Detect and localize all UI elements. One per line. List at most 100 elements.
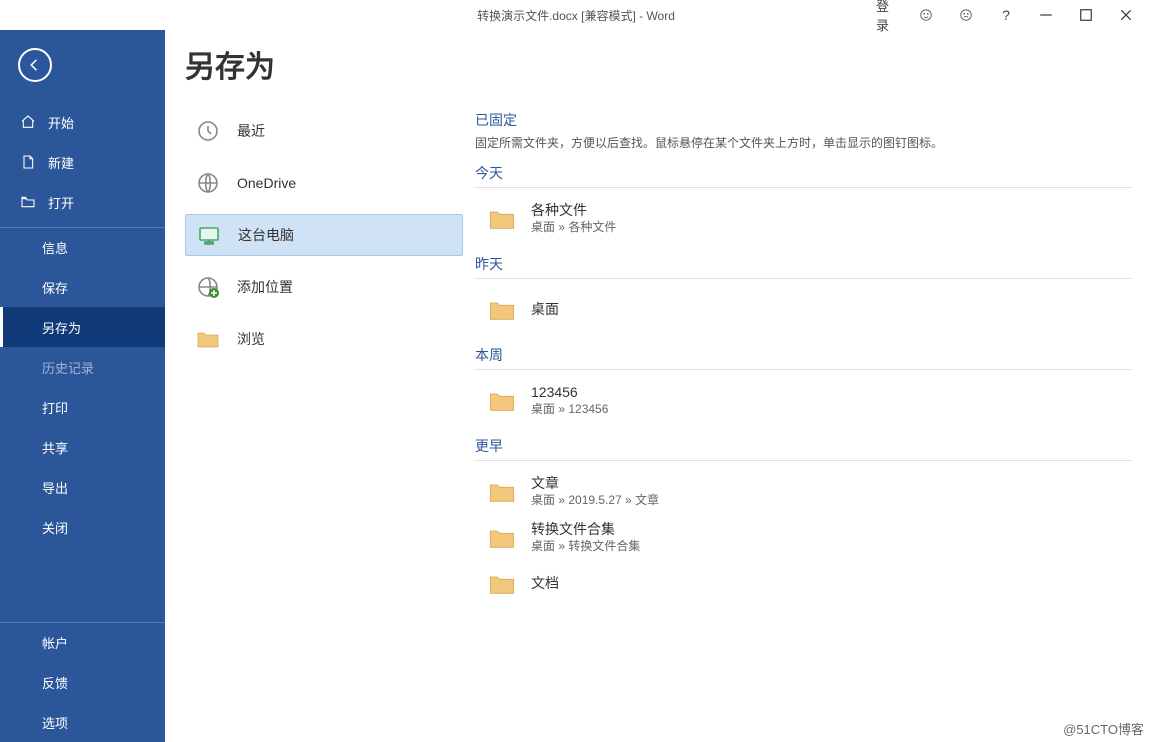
help-icon[interactable]: ? bbox=[986, 0, 1026, 30]
folder-text: 转换文件合集桌面 » 转换文件合集 bbox=[531, 522, 640, 554]
folder-title: 转换文件合集 bbox=[531, 522, 640, 537]
folder-path: 桌面 » 123456 bbox=[531, 400, 608, 417]
window-title: 转换演示文件.docx [兼容模式] - Word bbox=[477, 7, 675, 24]
folder-text: 各种文件桌面 » 各种文件 bbox=[531, 203, 616, 235]
titlebar-controls: 登录 ? bbox=[866, 0, 1146, 30]
close-button[interactable] bbox=[1106, 0, 1146, 30]
clock-icon bbox=[195, 118, 221, 144]
folder-text: 桌面 bbox=[531, 302, 559, 317]
divider bbox=[475, 187, 1132, 188]
folders-column: 已固定 固定所需文件夹，方便以后查找。鼠标悬停在某个文件夹上方时，单击显示的图钉… bbox=[475, 30, 1152, 742]
folder-text: 文章桌面 » 2019.5.27 » 文章 bbox=[531, 476, 659, 508]
folder-icon bbox=[487, 204, 517, 234]
content-area: 最近 OneDrive 这台电脑添加位置浏览 已固定 固定所需文件夹，方便以后查找。… bbox=[165, 30, 1152, 742]
maximize-button[interactable] bbox=[1066, 0, 1106, 30]
nav-label: 打印 bbox=[42, 398, 68, 417]
location-2[interactable]: 这台电脑 bbox=[185, 214, 463, 256]
folder-text: 文档 bbox=[531, 576, 559, 591]
pc-icon bbox=[196, 222, 222, 248]
folder-icon bbox=[487, 295, 517, 325]
pinned-hint: 固定所需文件夹，方便以后查找。鼠标悬停在某个文件夹上方时，单击显示的图钉图标。 bbox=[475, 134, 1132, 151]
frown-icon[interactable] bbox=[946, 0, 986, 30]
folder-text: 123456桌面 » 123456 bbox=[531, 385, 608, 417]
nav-label: 选项 bbox=[42, 713, 68, 732]
folder-path: 桌面 » 转换文件合集 bbox=[531, 537, 640, 554]
nav-label: 新建 bbox=[48, 153, 74, 172]
globe-plus-icon bbox=[195, 274, 221, 300]
nav-label: 打开 bbox=[48, 193, 74, 212]
divider bbox=[475, 369, 1132, 370]
folder-row[interactable]: 各种文件桌面 » 各种文件 bbox=[475, 196, 1132, 242]
nav-item-9[interactable]: 导出 bbox=[0, 467, 165, 507]
home-icon bbox=[20, 114, 36, 130]
folder-title: 桌面 bbox=[531, 302, 559, 317]
pinned-header: 已固定 bbox=[475, 110, 1132, 130]
nav-item-7[interactable]: 打印 bbox=[0, 387, 165, 427]
folder-row[interactable]: 文档 bbox=[475, 561, 1132, 607]
folder-row[interactable]: 123456桌面 » 123456 bbox=[475, 378, 1132, 424]
nav-label: 保存 bbox=[42, 278, 68, 297]
folder-row[interactable]: 桌面 bbox=[475, 287, 1132, 333]
location-label: 最近 bbox=[237, 121, 265, 141]
folder-icon bbox=[487, 386, 517, 416]
folder-icon bbox=[487, 569, 517, 599]
back-button[interactable] bbox=[18, 48, 52, 82]
nav-label: 共享 bbox=[42, 438, 68, 457]
location-label: 这台电脑 bbox=[238, 225, 294, 245]
folder-icon bbox=[487, 477, 517, 507]
nav-item-5[interactable]: 另存为 bbox=[0, 307, 165, 347]
page-title: 另存为 bbox=[185, 42, 275, 86]
new-doc-icon bbox=[20, 154, 36, 170]
folder-icon bbox=[195, 326, 221, 352]
location-3[interactable]: 添加位置 bbox=[185, 266, 463, 308]
divider bbox=[475, 460, 1132, 461]
location-1[interactable]: OneDrive bbox=[185, 162, 463, 204]
location-0[interactable]: 最近 bbox=[185, 110, 463, 152]
section-header: 今天 bbox=[475, 163, 1132, 183]
section-header: 更早 bbox=[475, 436, 1132, 456]
location-label: 浏览 bbox=[237, 329, 265, 349]
nav-label: 历史记录 bbox=[42, 358, 94, 377]
nav-item-10[interactable]: 关闭 bbox=[0, 507, 165, 547]
backstage-sidebar: 开始新建打开信息保存另存为历史记录打印共享导出关闭 帐户反馈选项 bbox=[0, 30, 165, 742]
globe-icon bbox=[195, 170, 221, 196]
folder-path: 桌面 » 2019.5.27 » 文章 bbox=[531, 491, 659, 508]
folder-row[interactable]: 转换文件合集桌面 » 转换文件合集 bbox=[475, 515, 1132, 561]
folder-title: 各种文件 bbox=[531, 203, 616, 218]
nav-label: 另存为 bbox=[42, 318, 81, 337]
nav-item-8[interactable]: 共享 bbox=[0, 427, 165, 467]
nav-item-6[interactable]: 历史记录 bbox=[0, 347, 165, 387]
nav-item-0[interactable]: 开始 bbox=[0, 102, 165, 142]
location-label: 添加位置 bbox=[237, 277, 293, 297]
nav-label: 反馈 bbox=[42, 673, 68, 692]
section-header: 昨天 bbox=[475, 254, 1132, 274]
nav-label: 导出 bbox=[42, 478, 68, 497]
nav-item-4[interactable]: 保存 bbox=[0, 267, 165, 307]
locations-column: 最近 OneDrive 这台电脑添加位置浏览 bbox=[165, 30, 475, 742]
nav-label: 关闭 bbox=[42, 518, 68, 537]
login-button[interactable]: 登录 bbox=[866, 0, 906, 30]
divider bbox=[475, 278, 1132, 279]
watermark: @51CTO博客 bbox=[1063, 719, 1144, 738]
folder-path: 桌面 » 各种文件 bbox=[531, 218, 616, 235]
location-4[interactable]: 浏览 bbox=[185, 318, 463, 360]
nav-item-1[interactable]: 新建 bbox=[0, 142, 165, 182]
location-label: OneDrive bbox=[237, 175, 296, 191]
smile-icon[interactable] bbox=[906, 0, 946, 30]
section-header: 本周 bbox=[475, 345, 1132, 365]
folder-row[interactable]: 文章桌面 » 2019.5.27 » 文章 bbox=[475, 469, 1132, 515]
nav-bottom-2[interactable]: 选项 bbox=[0, 702, 165, 742]
nav-label: 帐户 bbox=[42, 633, 68, 652]
folder-title: 文档 bbox=[531, 576, 559, 591]
folder-title: 123456 bbox=[531, 385, 608, 400]
nav-bottom-0[interactable]: 帐户 bbox=[0, 622, 165, 662]
nav-label: 信息 bbox=[42, 238, 68, 257]
nav-bottom-1[interactable]: 反馈 bbox=[0, 662, 165, 702]
minimize-button[interactable] bbox=[1026, 0, 1066, 30]
nav-item-2[interactable]: 打开 bbox=[0, 182, 165, 222]
folder-title: 文章 bbox=[531, 476, 659, 491]
open-folder-icon bbox=[20, 194, 36, 210]
nav-label: 开始 bbox=[48, 113, 74, 132]
nav-item-3[interactable]: 信息 bbox=[0, 227, 165, 267]
titlebar: 转换演示文件.docx [兼容模式] - Word 登录 ? bbox=[0, 0, 1152, 30]
